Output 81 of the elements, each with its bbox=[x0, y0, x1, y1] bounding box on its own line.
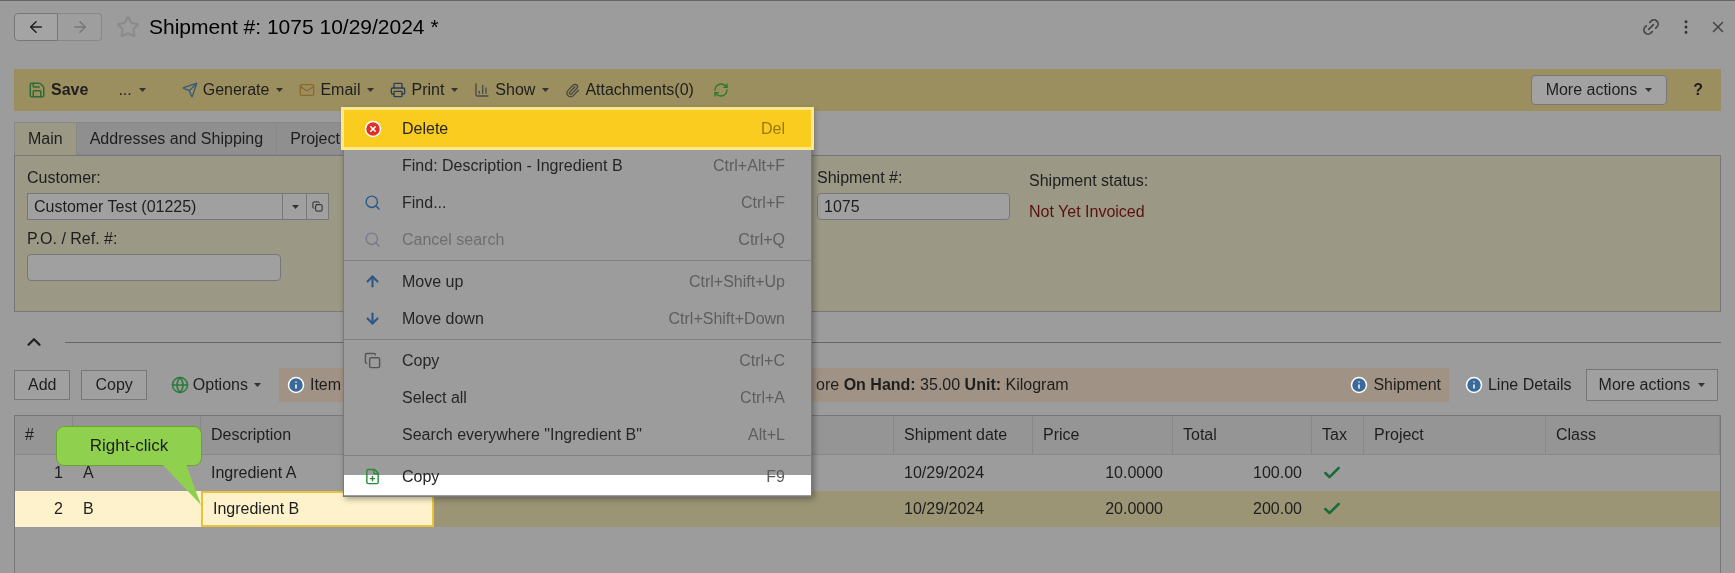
menu-item[interactable]: Search everywhere "Ingredient B" Alt+L bbox=[344, 416, 811, 453]
column-header[interactable]: Project bbox=[1374, 423, 1424, 447]
table-cell-text: A bbox=[83, 463, 94, 483]
tab[interactable]: Addresses and Shipping bbox=[75, 122, 278, 155]
table-cell-text: B bbox=[83, 499, 94, 519]
send-icon bbox=[181, 82, 198, 98]
caret-icon bbox=[1698, 383, 1706, 387]
info-icon bbox=[1464, 376, 1483, 394]
table-cell-text: Ingredient A bbox=[211, 463, 297, 483]
shipment-link[interactable]: Shipment bbox=[1373, 373, 1441, 397]
search-icon bbox=[364, 231, 381, 248]
table-cell-text: 10.0000 bbox=[1105, 463, 1163, 483]
table-cell-text: 200.00 bbox=[1253, 499, 1302, 519]
menu-item[interactable]: Delete Del bbox=[344, 110, 811, 147]
shipment-number-field[interactable]: 1075 bbox=[817, 193, 1010, 220]
refresh-icon[interactable] bbox=[712, 82, 729, 98]
save-icon bbox=[28, 81, 46, 99]
more-actions-button[interactable]: More actions bbox=[1530, 75, 1668, 105]
table-cell-text: 2 bbox=[54, 499, 63, 519]
toolbar-button[interactable]: Show bbox=[474, 78, 550, 102]
caret-icon bbox=[253, 383, 261, 387]
column-header[interactable]: # bbox=[25, 423, 34, 447]
copy-icon bbox=[364, 352, 381, 369]
table-cell-text: Ingredient B bbox=[213, 499, 300, 519]
column-header[interactable]: Description bbox=[211, 423, 292, 447]
window-title: Shipment #: 1075 10/29/2024 * bbox=[149, 13, 439, 40]
dropdown-button[interactable] bbox=[283, 193, 307, 220]
column-header[interactable]: Tax bbox=[1322, 423, 1347, 447]
envelope-icon bbox=[299, 82, 316, 98]
field-label: Shipment status: bbox=[1029, 171, 1149, 191]
field-label: Customer: bbox=[27, 168, 101, 188]
back-button[interactable] bbox=[14, 12, 58, 41]
delete-icon bbox=[364, 119, 382, 138]
more-actions-button[interactable]: More actions bbox=[1585, 369, 1719, 401]
options-button[interactable]: Options bbox=[170, 373, 261, 397]
toolbar-button[interactable]: Email bbox=[299, 78, 375, 102]
menu-item[interactable]: Copy Ctrl+C bbox=[344, 342, 811, 379]
grid-button[interactable]: Copy bbox=[81, 370, 147, 400]
po-field[interactable] bbox=[27, 254, 281, 281]
window-icon bbox=[312, 201, 323, 212]
toolbar-button[interactable]: ... bbox=[118, 78, 146, 102]
paperclip-icon bbox=[565, 82, 581, 98]
callout-text: Right-click bbox=[89, 435, 169, 458]
table-cell-text: 100.00 bbox=[1253, 463, 1302, 483]
info-icon bbox=[286, 376, 305, 394]
customer-field[interactable]: Customer Test (01225) bbox=[27, 193, 283, 220]
status-text: Not Yet Invoiced bbox=[1029, 202, 1145, 222]
info-text: ore On Hand: 35.00 Unit: Kilogram bbox=[816, 375, 1069, 395]
search-icon bbox=[364, 194, 381, 211]
menu-item[interactable]: Move down Ctrl+Shift+Down bbox=[344, 300, 811, 337]
field-label: Shipment #: bbox=[817, 168, 903, 188]
line-details-link[interactable]: Line Details bbox=[1487, 373, 1572, 397]
toolbar-button[interactable]: Print bbox=[390, 78, 459, 102]
caret-icon bbox=[1645, 88, 1653, 92]
menu-item[interactable]: Move up Ctrl+Shift+Up bbox=[344, 263, 811, 300]
globe-icon bbox=[170, 376, 189, 394]
table-cell-text: 10/29/2024 bbox=[904, 499, 985, 519]
column-header[interactable]: Shipment date bbox=[904, 423, 1008, 447]
grid-button[interactable]: Add bbox=[14, 370, 71, 400]
table-cell-text: 20.0000 bbox=[1105, 499, 1163, 519]
table-cell-text: 10/29/2024 bbox=[904, 463, 985, 483]
toolbar-button[interactable]: Generate bbox=[181, 78, 284, 102]
field-label: P.O. / Ref. #: bbox=[27, 229, 118, 249]
document-plus-icon bbox=[364, 468, 381, 485]
open-button[interactable] bbox=[307, 193, 329, 220]
column-header[interactable]: Total bbox=[1183, 423, 1217, 447]
printer-icon bbox=[390, 82, 407, 98]
tab[interactable]: Main bbox=[14, 122, 77, 155]
arrow-down-icon bbox=[364, 310, 381, 327]
help-button[interactable]: ? bbox=[1693, 78, 1703, 102]
menu-item[interactable]: Find... Ctrl+F bbox=[344, 184, 811, 221]
column-header[interactable]: Class bbox=[1556, 423, 1596, 447]
menu-item[interactable]: Select all Ctrl+A bbox=[344, 379, 811, 416]
caret-icon bbox=[292, 204, 299, 209]
toolbar-button[interactable]: Save bbox=[28, 78, 89, 102]
info-icon bbox=[1350, 376, 1369, 394]
info-link[interactable]: Item bbox=[309, 373, 342, 397]
toolbar-button[interactable]: Attachments(0) bbox=[565, 78, 694, 102]
table-cell-text: 1 bbox=[54, 463, 63, 483]
column-header[interactable]: Price bbox=[1043, 423, 1080, 447]
chart-icon bbox=[474, 82, 491, 98]
